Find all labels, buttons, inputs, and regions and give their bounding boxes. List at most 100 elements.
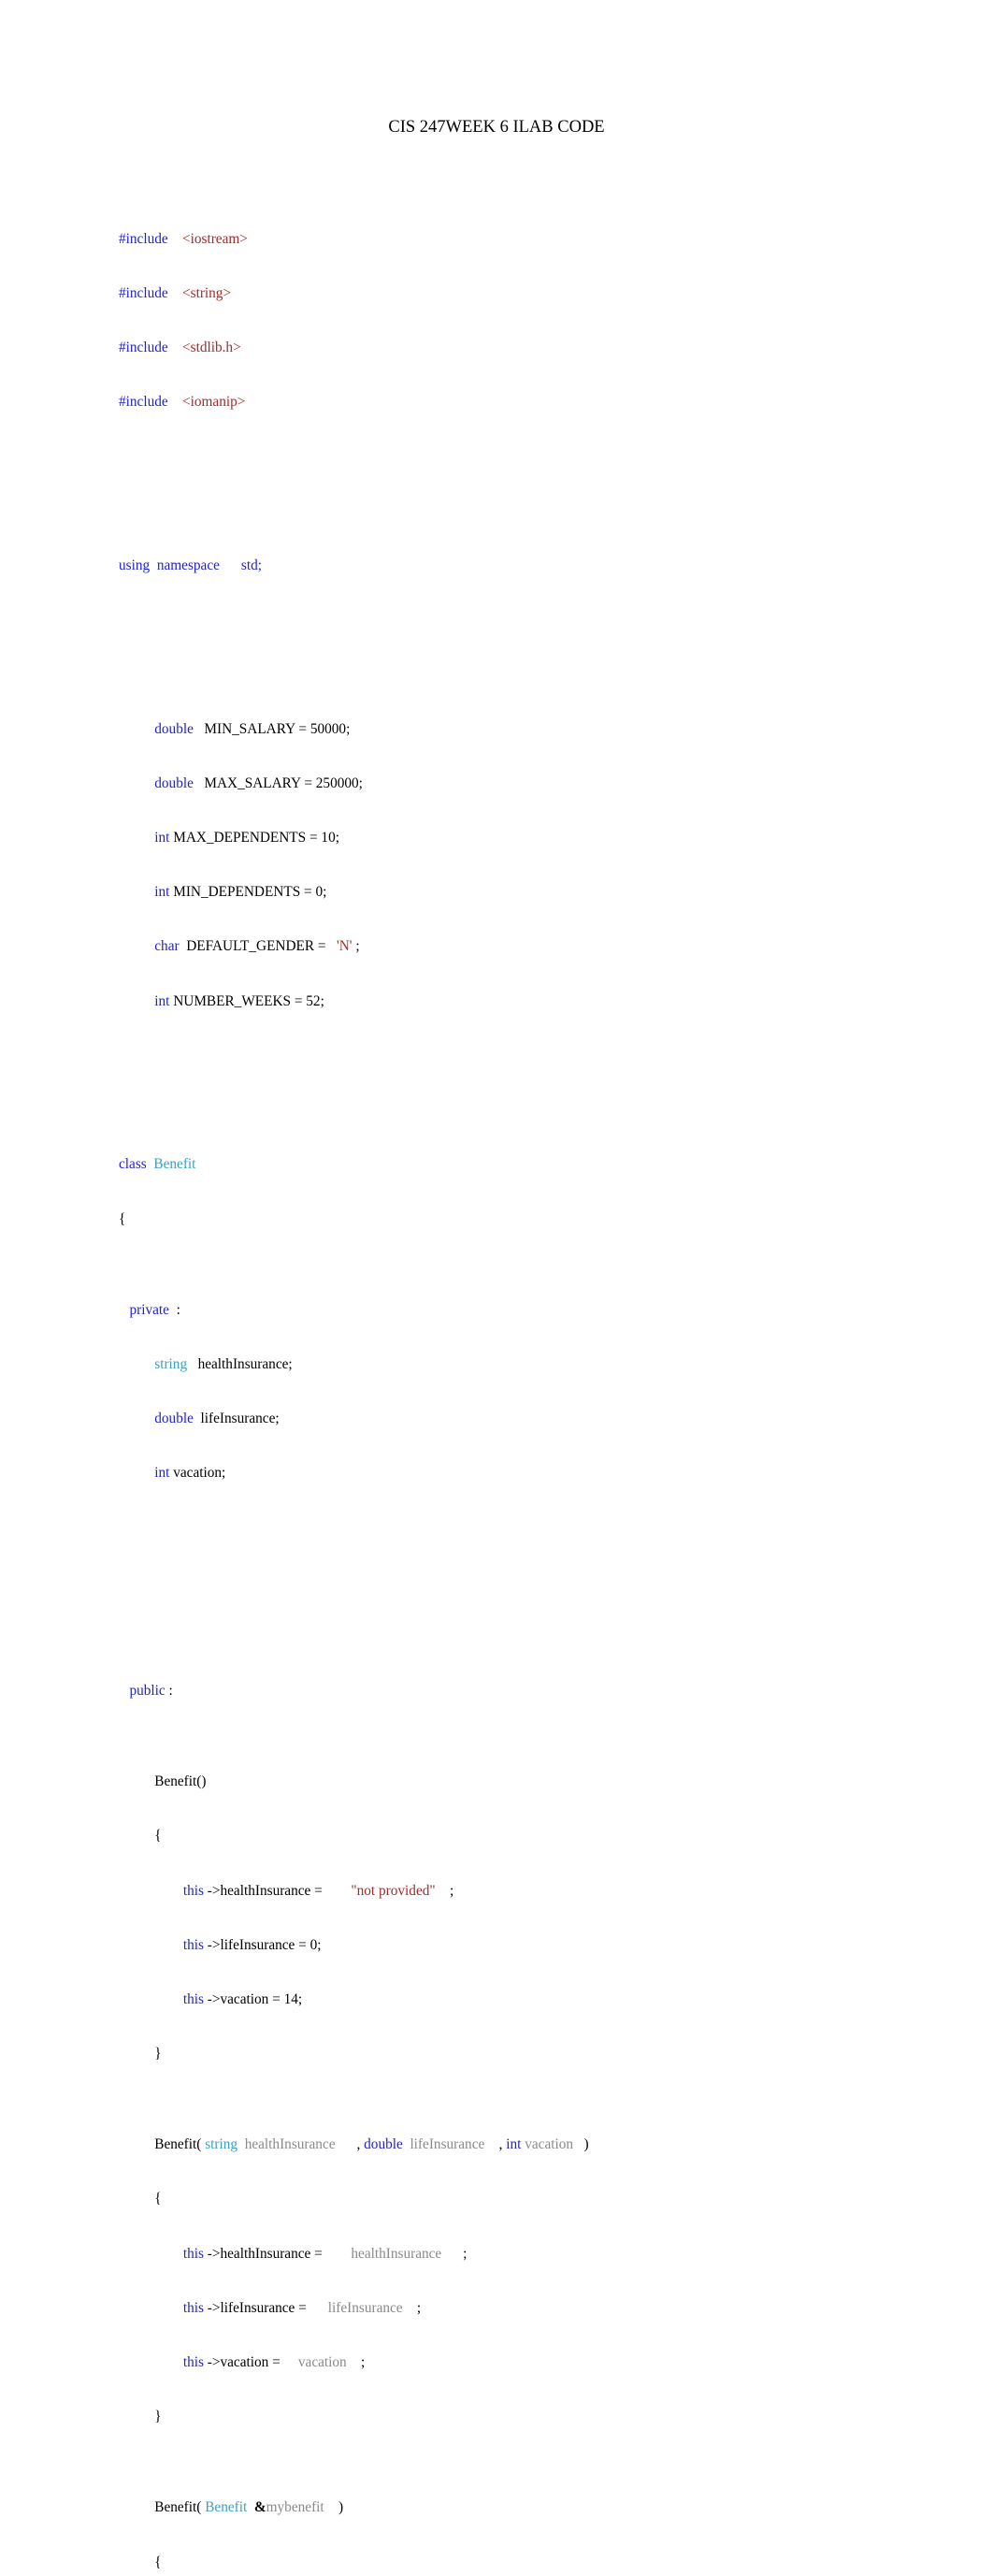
private-colon: : xyxy=(168,1301,180,1318)
document-page: CIS 247WEEK 6 ILAB CODE #include <iostre… xyxy=(0,0,993,2570)
member-name: healthInsurance; xyxy=(197,1355,293,1372)
param-type: double xyxy=(364,2136,403,2153)
block-open-brace: { xyxy=(119,1827,960,1845)
include-line: #include <iomanip> xyxy=(119,393,960,411)
param-type: Benefit xyxy=(205,2499,248,2516)
constant-decl: MAX_SALARY = 250000; xyxy=(204,774,363,791)
param-type: int xyxy=(506,2136,522,2153)
member-declaration: int vacation; xyxy=(119,1464,960,1482)
assignment-statement: this ->lifeInsurance = 0; xyxy=(119,1936,960,1954)
constant-type: double xyxy=(154,720,194,737)
constant-decl: DEFAULT_GENDER = xyxy=(186,938,330,955)
include-header: <iostream> xyxy=(181,230,248,247)
member-name: lifeInsurance; xyxy=(200,1410,280,1426)
copy-constructor-signature: Benefit( Benefit &mybenefit ) xyxy=(119,2498,960,2516)
param-name: vacation xyxy=(525,2136,574,2153)
ctor-name: Benefit( xyxy=(154,2136,202,2153)
param-name: mybenefit xyxy=(266,2499,324,2516)
code-listing: #include <iostream> #include <string> #i… xyxy=(119,157,960,2576)
include-directive: #include xyxy=(119,284,168,301)
default-constructor-signature: Benefit() xyxy=(119,1773,960,1790)
assignment-statement: this ->vacation = 14; xyxy=(119,1990,960,2008)
param-type: string xyxy=(205,2136,238,2153)
constant-type: int xyxy=(154,830,170,846)
param-separator: , xyxy=(484,2136,507,2153)
include-header: <iomanip> xyxy=(181,394,246,411)
private-keyword: private xyxy=(129,1301,169,1318)
char-literal: 'N' xyxy=(337,938,353,955)
constant-decl: MAX_DEPENDENTS = 10; xyxy=(173,830,339,846)
param-reference: healthInsurance xyxy=(351,2245,442,2262)
open-brace: { xyxy=(154,2554,162,2570)
statement-tail: ; xyxy=(435,1882,454,1899)
param-close: ) xyxy=(573,2136,589,2153)
param-reference: lifeInsurance xyxy=(327,2299,403,2316)
namespace-keyword: namespace xyxy=(156,557,220,573)
assignment-statement: this ->healthInsurance = "not provided" … xyxy=(119,1882,960,1900)
constant-decl: MIN_DEPENDENTS = 0; xyxy=(173,884,327,901)
param-separator: , xyxy=(335,2136,365,2153)
assignment-statement: this ->lifeInsurance = lifeInsurance ; xyxy=(119,2299,960,2317)
constant-type: double xyxy=(154,774,194,791)
statement-tail: ; xyxy=(402,2299,422,2316)
close-brace: } xyxy=(154,2409,162,2425)
ctor-name: Benefit() xyxy=(154,1773,207,1790)
public-access-line: public : xyxy=(119,1682,960,1700)
this-keyword: this xyxy=(182,1882,204,1899)
private-access-line: private : xyxy=(119,1301,960,1319)
member-declaration: string healthInsurance; xyxy=(119,1355,960,1373)
param-constructor-signature: Benefit( string healthInsurance , double… xyxy=(119,2135,960,2153)
this-keyword: this xyxy=(182,1936,204,1953)
assign-lhs: ->vacation = 14; xyxy=(203,1990,303,2007)
constant-line: char DEFAULT_GENDER = 'N' ; xyxy=(119,937,960,955)
constant-type: char xyxy=(154,938,180,955)
constant-decl: NUMBER_WEEKS = 52; xyxy=(173,992,324,1009)
this-keyword: this xyxy=(182,2354,204,2371)
this-keyword: this xyxy=(182,2299,204,2316)
include-line: #include <iostream> xyxy=(119,230,960,248)
constant-line: double MAX_SALARY = 250000; xyxy=(119,774,960,792)
constant-line: double MIN_SALARY = 50000; xyxy=(119,720,960,738)
include-directive: #include xyxy=(119,340,168,356)
param-name: lifeInsurance xyxy=(410,2136,485,2153)
assignment-statement: this ->vacation = vacation ; xyxy=(119,2353,960,2371)
assign-lhs: ->healthInsurance = xyxy=(203,1882,326,1899)
assign-lhs: ->healthInsurance = xyxy=(203,2245,326,2262)
public-colon: : xyxy=(165,1683,173,1700)
member-type: double xyxy=(154,1410,194,1426)
include-directive: #include xyxy=(119,230,168,247)
constant-line: int MIN_DEPENDENTS = 0; xyxy=(119,883,960,901)
block-close-brace: } xyxy=(119,2045,960,2062)
include-line: #include <string> xyxy=(119,284,960,302)
class-declaration-line: class Benefit xyxy=(119,1155,960,1173)
include-directive: #include xyxy=(119,394,168,411)
block-close-brace: } xyxy=(119,2408,960,2425)
constant-tail: ; xyxy=(352,938,360,955)
assignment-statement: this ->healthInsurance = healthInsurance… xyxy=(119,2245,960,2263)
page-title: CIS 247WEEK 6 ILAB CODE xyxy=(388,118,605,137)
open-brace: { xyxy=(154,1828,162,1845)
assign-lhs: ->lifeInsurance = 0; xyxy=(203,1936,322,1953)
assign-lhs: ->lifeInsurance = xyxy=(203,2299,310,2316)
string-literal: "not provided" xyxy=(351,1882,436,1899)
member-type: int xyxy=(154,1465,170,1482)
param-close: ) xyxy=(324,2499,344,2516)
open-brace: { xyxy=(154,2191,162,2207)
